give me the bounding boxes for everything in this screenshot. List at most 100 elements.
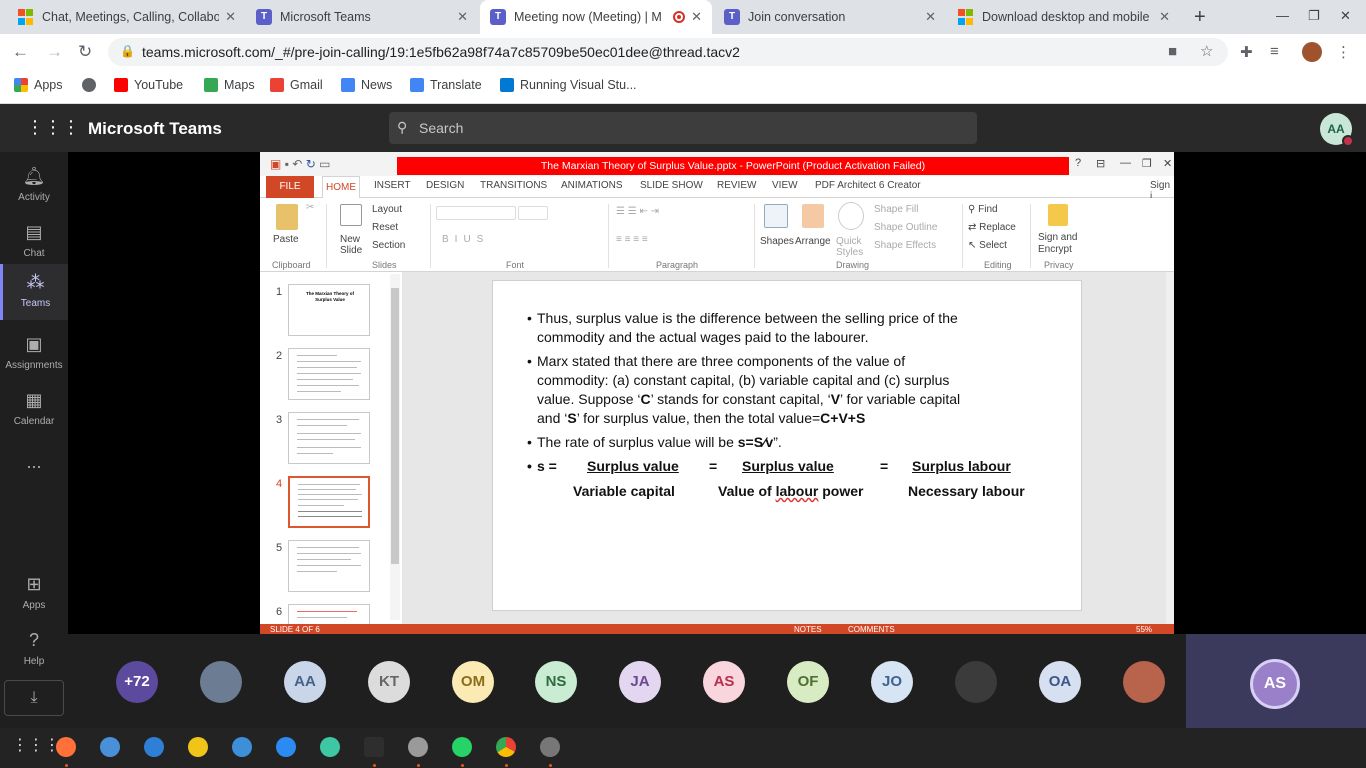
browser-tab[interactable]: T Join conversation ✕: [714, 0, 946, 34]
obs-icon[interactable]: [408, 737, 428, 757]
slide-bullet: • Marx stated that there are three compon…: [527, 352, 1037, 428]
forward-icon[interactable]: →: [46, 42, 63, 62]
thunderbird-icon[interactable]: [100, 737, 120, 757]
rail-assignments[interactable]: ▣ Assignments: [0, 326, 68, 382]
bookmark-gmail[interactable]: Gmail: [270, 78, 323, 92]
thumb-line: [298, 489, 356, 490]
participant-avatar[interactable]: OF: [787, 661, 829, 703]
bookmark-apps[interactable]: Apps: [14, 78, 63, 92]
ribbon-separator: [962, 204, 963, 268]
undo-icon: ↶: [292, 157, 303, 171]
close-tab-icon[interactable]: ✕: [1159, 9, 1170, 25]
close-tab-icon[interactable]: ✕: [925, 9, 936, 25]
recording-icon: [673, 11, 686, 23]
arrange-icon: [802, 204, 824, 228]
participant-photo-avatar[interactable]: [1123, 661, 1165, 703]
bookmark-vscode[interactable]: Running Visual Stu...: [500, 78, 637, 92]
maximize-icon[interactable]: ❐: [1308, 8, 1320, 24]
rail-calendar[interactable]: ▦ Calendar: [0, 382, 68, 438]
rhythmbox-icon[interactable]: [188, 737, 208, 757]
running-indicator: [65, 764, 68, 767]
tab-insert: INSERT: [374, 180, 411, 191]
chrome-icon[interactable]: [496, 737, 516, 757]
ribbon: Paste ✂ New Slide Layout Reset Section B…: [260, 198, 1174, 272]
firefox-icon[interactable]: [56, 737, 76, 757]
back-icon[interactable]: ←: [12, 42, 29, 62]
browser-tab[interactable]: Download desktop and mobile ✕: [948, 0, 1180, 34]
slide-thumbnail: [288, 540, 370, 592]
download-app-button[interactable]: ⤓: [4, 680, 64, 716]
current-slide: • Thus, surplus value is the difference b…: [492, 280, 1082, 611]
terminal-icon[interactable]: [364, 737, 384, 757]
browser-tab[interactable]: T Microsoft Teams ✕: [246, 0, 478, 34]
thumb-line: [297, 453, 333, 454]
reload-icon[interactable]: ↻: [78, 42, 92, 62]
extensions-icon[interactable]: ✚: [1240, 43, 1253, 61]
search-input[interactable]: ⚲ Search: [389, 112, 977, 144]
microsoft-logo-icon: [958, 9, 974, 25]
bullets-icon: ☰ ☰ ⇤ ⇥: [616, 206, 660, 217]
browser-tab[interactable]: Chat, Meetings, Calling, Collabo ✕: [8, 0, 246, 34]
thumb-line: [297, 617, 347, 618]
chrome-alt-icon[interactable]: [320, 737, 340, 757]
participant-avatar[interactable]: KT: [368, 661, 410, 703]
denominator-2: Value of labour power: [718, 482, 863, 501]
shared-screen-powerpoint: ▣ ▪ ↶ ↻ ▭ The Marxian Theory of Surplus …: [260, 152, 1174, 634]
close-tab-icon[interactable]: ✕: [691, 9, 702, 25]
thumb-line: [297, 379, 353, 380]
user-avatar[interactable]: AA: [1320, 113, 1354, 147]
bookmark-globe[interactable]: [82, 78, 102, 92]
participant-avatar[interactable]: JA: [619, 661, 661, 703]
rail-apps[interactable]: ⊞ Apps: [0, 566, 68, 622]
rail-teams[interactable]: ⁂ Teams: [0, 264, 68, 320]
participant-avatar[interactable]: AS: [703, 661, 745, 703]
thumb-line: [297, 559, 351, 560]
running-indicator: [549, 764, 552, 767]
whatsapp-icon[interactable]: [452, 737, 472, 757]
app-store-icon[interactable]: [276, 737, 296, 757]
participant-avatar[interactable]: OM: [452, 661, 494, 703]
minimize-icon[interactable]: —: [1276, 8, 1289, 23]
camera-icon[interactable]: ■: [1168, 43, 1177, 60]
close-tab-icon[interactable]: ✕: [225, 9, 236, 25]
bullet-dot: •: [527, 310, 532, 326]
participant-avatar[interactable]: AA: [284, 661, 326, 703]
close-window-icon[interactable]: ✕: [1340, 8, 1351, 24]
bookmark-translate[interactable]: Translate: [410, 78, 482, 92]
rail-help[interactable]: ? Help: [0, 622, 68, 678]
thumb-number: 4: [276, 478, 283, 490]
media-control-icon[interactable]: ≡: [1270, 43, 1279, 60]
more-menu-icon[interactable]: ⋮: [1336, 43, 1351, 61]
close-tab-icon[interactable]: ✕: [457, 9, 468, 25]
participant-photo-avatar[interactable]: [955, 661, 997, 703]
show-apps-icon[interactable]: ⋮⋮⋮: [12, 738, 60, 754]
assignments-icon: ▣: [25, 334, 43, 354]
participant-avatar[interactable]: +72: [116, 661, 158, 703]
app-launcher-icon[interactable]: ⋮⋮⋮: [26, 118, 80, 136]
url-text: teams.microsoft.com/_#/pre-join-calling/…: [142, 44, 740, 60]
bookmark-youtube[interactable]: YouTube: [114, 78, 183, 92]
self-video-tile[interactable]: AS: [1186, 634, 1366, 728]
bookmark-maps[interactable]: Maps: [204, 78, 255, 92]
new-tab-icon[interactable]: +: [1194, 6, 1206, 29]
browser-tab-active[interactable]: T Meeting now (Meeting) | M ✕: [480, 0, 712, 34]
bookmark-news[interactable]: News: [341, 78, 392, 92]
teams-logo-icon: T: [724, 9, 740, 25]
bookmark-star-icon[interactable]: ☆: [1200, 42, 1213, 60]
libreoffice-writer-icon[interactable]: [232, 737, 252, 757]
rail-chat[interactable]: ▤ Chat: [0, 214, 68, 270]
section-label: Section: [372, 240, 406, 251]
rail-activity[interactable]: 🔔︎ Activity: [0, 158, 68, 214]
participant-photo-avatar[interactable]: [200, 661, 242, 703]
edge-icon[interactable]: [144, 737, 164, 757]
paste-icon: [276, 204, 298, 230]
profile-avatar[interactable]: [1302, 42, 1322, 62]
apps-icon: ⊞: [26, 574, 42, 594]
bookmark-label: YouTube: [134, 78, 184, 92]
participant-avatar[interactable]: JO: [871, 661, 913, 703]
participant-avatar[interactable]: NS: [535, 661, 577, 703]
participant-avatar[interactable]: OA: [1039, 661, 1081, 703]
address-bar[interactable]: 🔒 teams.microsoft.com/_#/pre-join-callin…: [108, 38, 1228, 66]
rail-more[interactable]: ...: [0, 444, 68, 476]
settings-icon[interactable]: [540, 737, 560, 757]
